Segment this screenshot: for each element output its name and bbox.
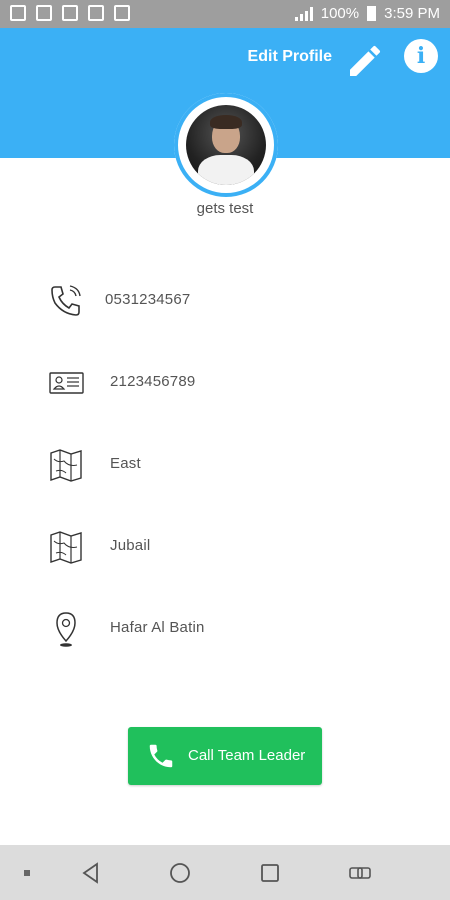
call-team-leader-button[interactable]: Call Team Leader <box>128 727 322 785</box>
info-icon[interactable]: i <box>404 39 438 73</box>
call-team-leader-label: Call Team Leader <box>188 747 306 764</box>
notification-icon <box>10 5 26 21</box>
avatar-shirt <box>198 155 254 185</box>
phone-icon <box>149 744 173 768</box>
detail-row-city: Jubail <box>0 527 450 567</box>
detail-row-region: East <box>0 445 450 485</box>
avatar <box>186 105 266 185</box>
nav-dot-indicator <box>24 870 30 876</box>
detail-row-location: Hafar Al Batin <box>0 609 450 649</box>
status-indicators: 100% 3:59 PM <box>294 5 440 22</box>
region-value: East <box>110 455 141 472</box>
id-number: 2123456789 <box>110 373 196 390</box>
avatar-ring <box>174 93 278 197</box>
android-icon <box>114 5 130 21</box>
location-pin-icon <box>56 612 76 647</box>
home-icon[interactable] <box>166 859 194 887</box>
back-icon[interactable] <box>77 859 105 887</box>
notification-icon <box>36 5 52 21</box>
pencil-icon[interactable] <box>345 41 385 81</box>
system-nav-bar <box>0 845 450 900</box>
phone-number: 0531234567 <box>105 291 191 308</box>
battery-icon <box>367 6 377 21</box>
phone-icon <box>51 285 81 316</box>
signal-icon <box>294 6 313 21</box>
status-bar: 100% 3:59 PM <box>0 0 450 28</box>
map-icon <box>50 449 82 482</box>
battery-percent: 100% <box>320 5 360 22</box>
location-value: Hafar Al Batin <box>110 619 205 636</box>
switch-apps-icon[interactable] <box>346 859 374 887</box>
city-value: Jubail <box>110 537 151 554</box>
profile-name: gets test <box>196 200 254 217</box>
map-icon <box>50 531 82 564</box>
avatar-hair <box>210 115 242 129</box>
status-time: 3:59 PM <box>384 5 440 22</box>
detail-row-id: 2123456789 <box>0 363 450 403</box>
laptop-icon <box>88 5 104 21</box>
notification-icons <box>10 5 130 21</box>
detail-row-phone: 0531234567 <box>0 281 450 321</box>
edit-profile-button[interactable]: Edit Profile <box>248 48 332 66</box>
usb-icon <box>62 5 78 21</box>
id-card-icon <box>49 372 84 394</box>
recents-icon[interactable] <box>256 859 284 887</box>
